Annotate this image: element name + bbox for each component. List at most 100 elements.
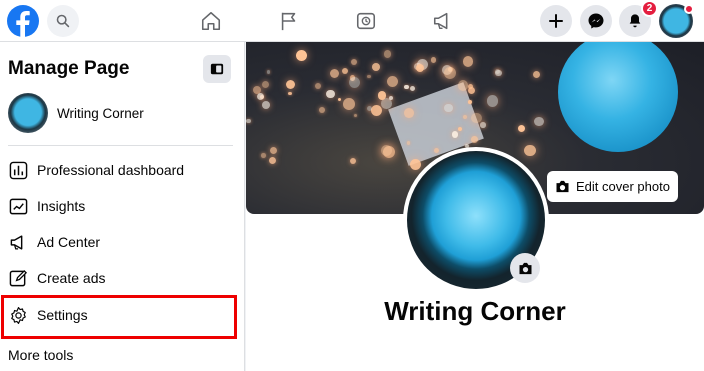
page-profile-area: Edit cover photo Writing Corner [246,42,704,371]
bokeh-light [407,141,411,145]
bokeh-light [451,131,459,138]
bokeh-light [266,70,271,75]
sidebar-item-label: Professional dashboard [37,162,185,178]
bokeh-light [404,84,410,90]
sidebar-item-ad-center[interactable]: Ad Center [8,225,233,259]
plus-icon [549,14,563,28]
flag-icon [281,12,296,31]
notifications-button[interactable]: 2 [619,0,658,37]
bokeh-light [383,50,391,58]
search-button[interactable] [47,5,79,37]
page-title: Writing Corner [384,296,566,326]
bokeh-light [370,104,382,116]
bokeh-light [330,68,340,78]
bokeh-light [337,97,342,102]
bokeh-light [288,91,293,96]
watch-tab[interactable] [349,4,383,38]
bokeh-light [268,157,276,164]
bokeh-light [372,63,381,71]
bokeh-light [471,136,478,143]
bokeh-light [285,79,296,90]
bokeh-light [495,69,502,77]
page-switcher[interactable]: Writing Corner [8,92,238,134]
bokeh-light [343,98,356,110]
edit-cover-photo-label: Edit cover photo [576,179,670,194]
bokeh-light [444,104,453,113]
bokeh-light [387,75,399,87]
sidebar-item-insights[interactable]: Insights [8,189,233,223]
manage-page-sidebar: Manage Page Writing Corner Professional … [0,42,245,371]
bokeh-light [416,63,425,72]
dashboard-icon [8,160,28,180]
bokeh-light [342,67,349,74]
settings-highlight-box [1,295,237,339]
edit-cover-photo-button[interactable]: Edit cover photo [547,171,678,202]
bokeh-light [246,118,251,124]
sidebar-item-label: Insights [37,198,86,214]
ads-tab[interactable] [426,4,460,38]
bokeh-light [532,70,540,78]
pages-tab[interactable] [272,4,306,38]
sidebar-title: Manage Page [8,58,130,79]
bell-icon [629,14,641,28]
insights-icon [8,196,28,216]
bokeh-light [486,95,499,107]
sidebar-item-label: Create ads [37,270,106,286]
bokeh-light [389,95,394,100]
bokeh-light [351,58,358,65]
sidebar-toggle-icon [210,63,224,75]
collapse-sidebar-button[interactable] [203,55,231,83]
create-button[interactable] [540,5,572,37]
update-profile-picture-button[interactable] [510,253,540,283]
bokeh-light [381,98,392,109]
facebook-logo-icon[interactable] [7,5,39,37]
messenger-button[interactable] [580,5,612,37]
search-icon [56,14,70,28]
notification-count-badge: 2 [641,0,658,17]
bokeh-light [534,117,544,127]
account-avatar[interactable] [659,4,694,38]
bokeh-light [458,80,469,91]
bokeh-light [480,122,486,128]
megaphone-icon [8,232,28,252]
camera-icon [519,262,531,274]
home-icon [201,11,221,31]
bokeh-light [261,153,266,158]
bokeh-light [524,144,536,157]
bokeh-light [367,74,372,79]
sidebar-item-create-ads[interactable]: Create ads [8,261,233,295]
bokeh-light [468,100,472,104]
bokeh-light [256,92,265,101]
cover-moon-lamp [558,42,678,152]
bokeh-light [410,86,416,92]
bokeh-light [350,157,357,164]
divider [8,145,233,146]
sidebar-item-label: Ad Center [37,234,101,250]
bokeh-light [261,80,270,89]
bokeh-light [296,50,307,62]
bokeh-light [353,114,357,118]
bokeh-light [430,56,437,63]
bokeh-light [517,124,526,133]
sidebar-item-professional-dashboard[interactable]: Professional dashboard [8,153,233,187]
messenger-icon [588,13,604,29]
more-tools-heading: More tools [8,347,74,363]
bokeh-light [377,91,387,100]
bokeh-light [409,158,421,171]
bokeh-light [318,107,325,114]
pencil-icon [8,268,28,288]
bokeh-light [315,82,322,89]
bokeh-light [462,55,474,67]
bokeh-light [261,100,270,109]
bokeh-light [269,146,278,155]
status-dot [684,4,694,14]
home-tab[interactable] [194,4,228,38]
page-avatar [8,93,48,133]
bokeh-light [467,83,474,89]
bokeh-light [443,66,456,79]
watch-icon [356,12,376,30]
top-navigation-bar: 2 [0,0,704,42]
bokeh-light [349,77,361,89]
page-name: Writing Corner [57,105,144,121]
bokeh-light [326,89,336,99]
